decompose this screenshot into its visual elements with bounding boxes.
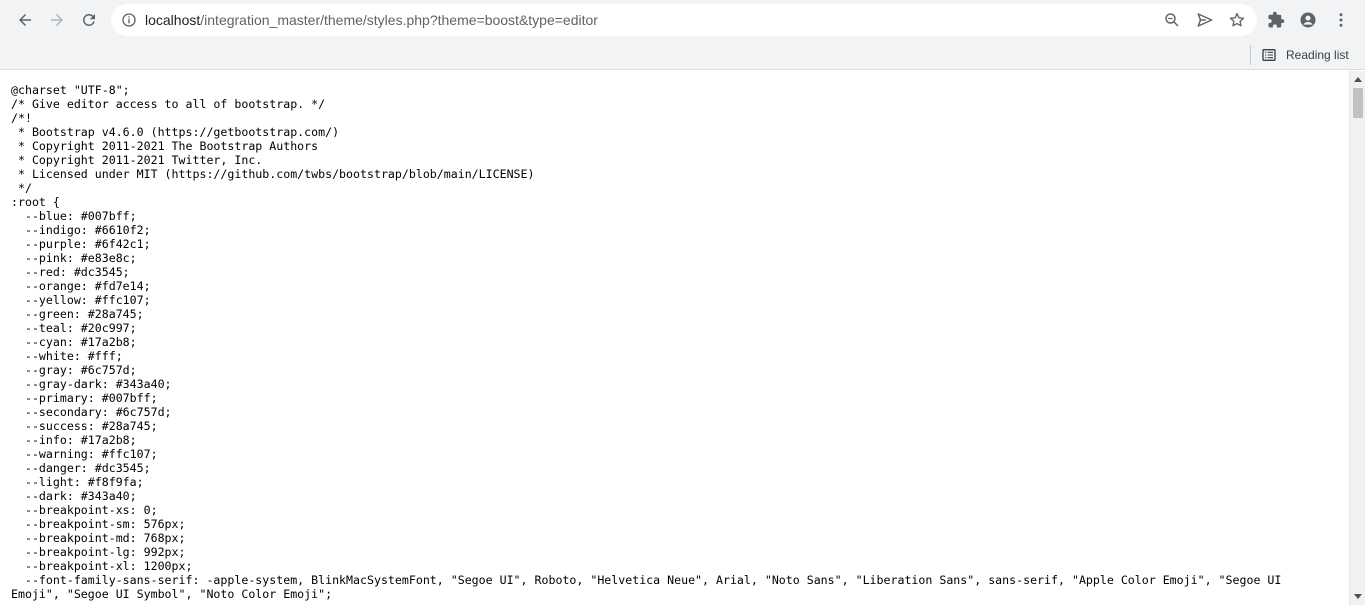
source-line: --info: #17a2b8; <box>11 433 137 447</box>
address-bar[interactable]: localhost/integration_master/theme/style… <box>111 4 1257 36</box>
source-line: * Licensed under MIT (https://github.com… <box>11 167 535 181</box>
reading-list-button[interactable]: Reading list <box>1261 45 1349 65</box>
source-line: /*! <box>11 111 32 125</box>
source-line: */ <box>11 181 32 195</box>
forward-button[interactable] <box>43 6 71 34</box>
source-line: --dark: #343a40; <box>11 489 137 503</box>
bookmark-button[interactable] <box>1228 11 1246 29</box>
browser-toolbar: localhost/integration_master/theme/style… <box>0 0 1365 40</box>
zoom-button[interactable] <box>1163 11 1181 29</box>
reload-icon <box>82 13 95 26</box>
source-line: --primary: #007bff; <box>11 391 158 405</box>
kebab-menu-icon <box>1339 13 1343 27</box>
source-line: --white: #fff; <box>11 349 123 363</box>
scrollbar-thumb[interactable] <box>1353 88 1363 118</box>
source-line: --purple: #6f42c1; <box>11 237 151 251</box>
reading-list-label: Reading list <box>1286 48 1349 62</box>
source-line: --blue: #007bff; <box>11 209 137 223</box>
source-line: --secondary: #6c757d; <box>11 405 172 419</box>
source-line: --warning: #ffc107; <box>11 447 158 461</box>
source-line: Emoji", "Segoe UI Symbol", "Noto Color E… <box>11 587 333 601</box>
source-line: --yellow: #ffc107; <box>11 293 151 307</box>
back-arrow-icon <box>19 14 31 26</box>
url-text: localhost/integration_master/theme/style… <box>145 12 598 28</box>
source-line: --gray: #6c757d; <box>11 363 137 377</box>
source-line: --danger: #dc3545; <box>11 461 151 475</box>
source-line: /* Give editor access to all of bootstra… <box>11 97 326 111</box>
forward-arrow-icon <box>51 14 63 26</box>
reload-button[interactable] <box>75 6 103 34</box>
zoom-icon <box>1165 13 1179 27</box>
source-line: --pink: #e83e8c; <box>11 251 137 265</box>
url-host: localhost <box>145 12 201 28</box>
source-line: --breakpoint-xl: 1200px; <box>11 559 193 573</box>
css-source-text: @charset "UTF-8";/* Give editor access t… <box>11 83 1341 601</box>
extensions-button[interactable] <box>1262 6 1290 34</box>
url-path: /integration_master/theme/styles.php?the… <box>200 12 598 28</box>
send-button[interactable] <box>1196 11 1214 29</box>
source-line: --breakpoint-sm: 576px; <box>11 517 186 531</box>
source-line: --teal: #20c997; <box>11 321 137 335</box>
source-line: --red: #dc3545; <box>11 265 130 279</box>
source-line: --indigo: #6610f2; <box>11 223 151 237</box>
avatar-icon <box>1300 12 1316 28</box>
source-line: --breakpoint-xs: 0; <box>11 503 158 517</box>
bookmarks-divider <box>1250 45 1251 65</box>
scroll-up-arrow-icon[interactable] <box>1354 77 1362 82</box>
source-line: :root { <box>11 195 60 209</box>
source-line: --orange: #fd7e14; <box>11 279 151 293</box>
bookmarks-bar: Reading list <box>0 40 1365 70</box>
puzzle-icon <box>1268 11 1285 28</box>
star-icon <box>1229 12 1245 27</box>
profile-button[interactable] <box>1294 6 1322 34</box>
source-line: * Copyright 2011-2021 The Bootstrap Auth… <box>11 139 319 153</box>
source-line: --green: #28a745; <box>11 307 144 321</box>
source-line: --breakpoint-md: 768px; <box>11 531 186 545</box>
source-line: * Copyright 2011-2021 Twitter, Inc. <box>11 153 263 167</box>
source-line: --success: #28a745; <box>11 419 158 433</box>
source-line: --font-family-sans-serif: -apple-system,… <box>11 573 1282 587</box>
scroll-down-arrow-icon[interactable] <box>1354 594 1362 599</box>
reading-list-icon <box>1262 49 1276 61</box>
source-line: --cyan: #17a2b8; <box>11 335 137 349</box>
info-icon[interactable] <box>121 12 137 28</box>
source-line: --gray-dark: #343a40; <box>11 377 172 391</box>
source-line: --light: #f8f9fa; <box>11 475 144 489</box>
source-line: @charset "UTF-8"; <box>11 83 130 97</box>
page-viewport[interactable]: @charset "UTF-8";/* Give editor access t… <box>0 71 1349 605</box>
source-line: * Bootstrap v4.6.0 (https://getbootstrap… <box>11 125 340 139</box>
source-line: --breakpoint-lg: 992px; <box>11 545 186 559</box>
send-icon <box>1197 13 1213 27</box>
vertical-scrollbar[interactable] <box>1349 71 1365 605</box>
menu-button[interactable] <box>1327 6 1355 34</box>
back-button[interactable] <box>11 6 39 34</box>
